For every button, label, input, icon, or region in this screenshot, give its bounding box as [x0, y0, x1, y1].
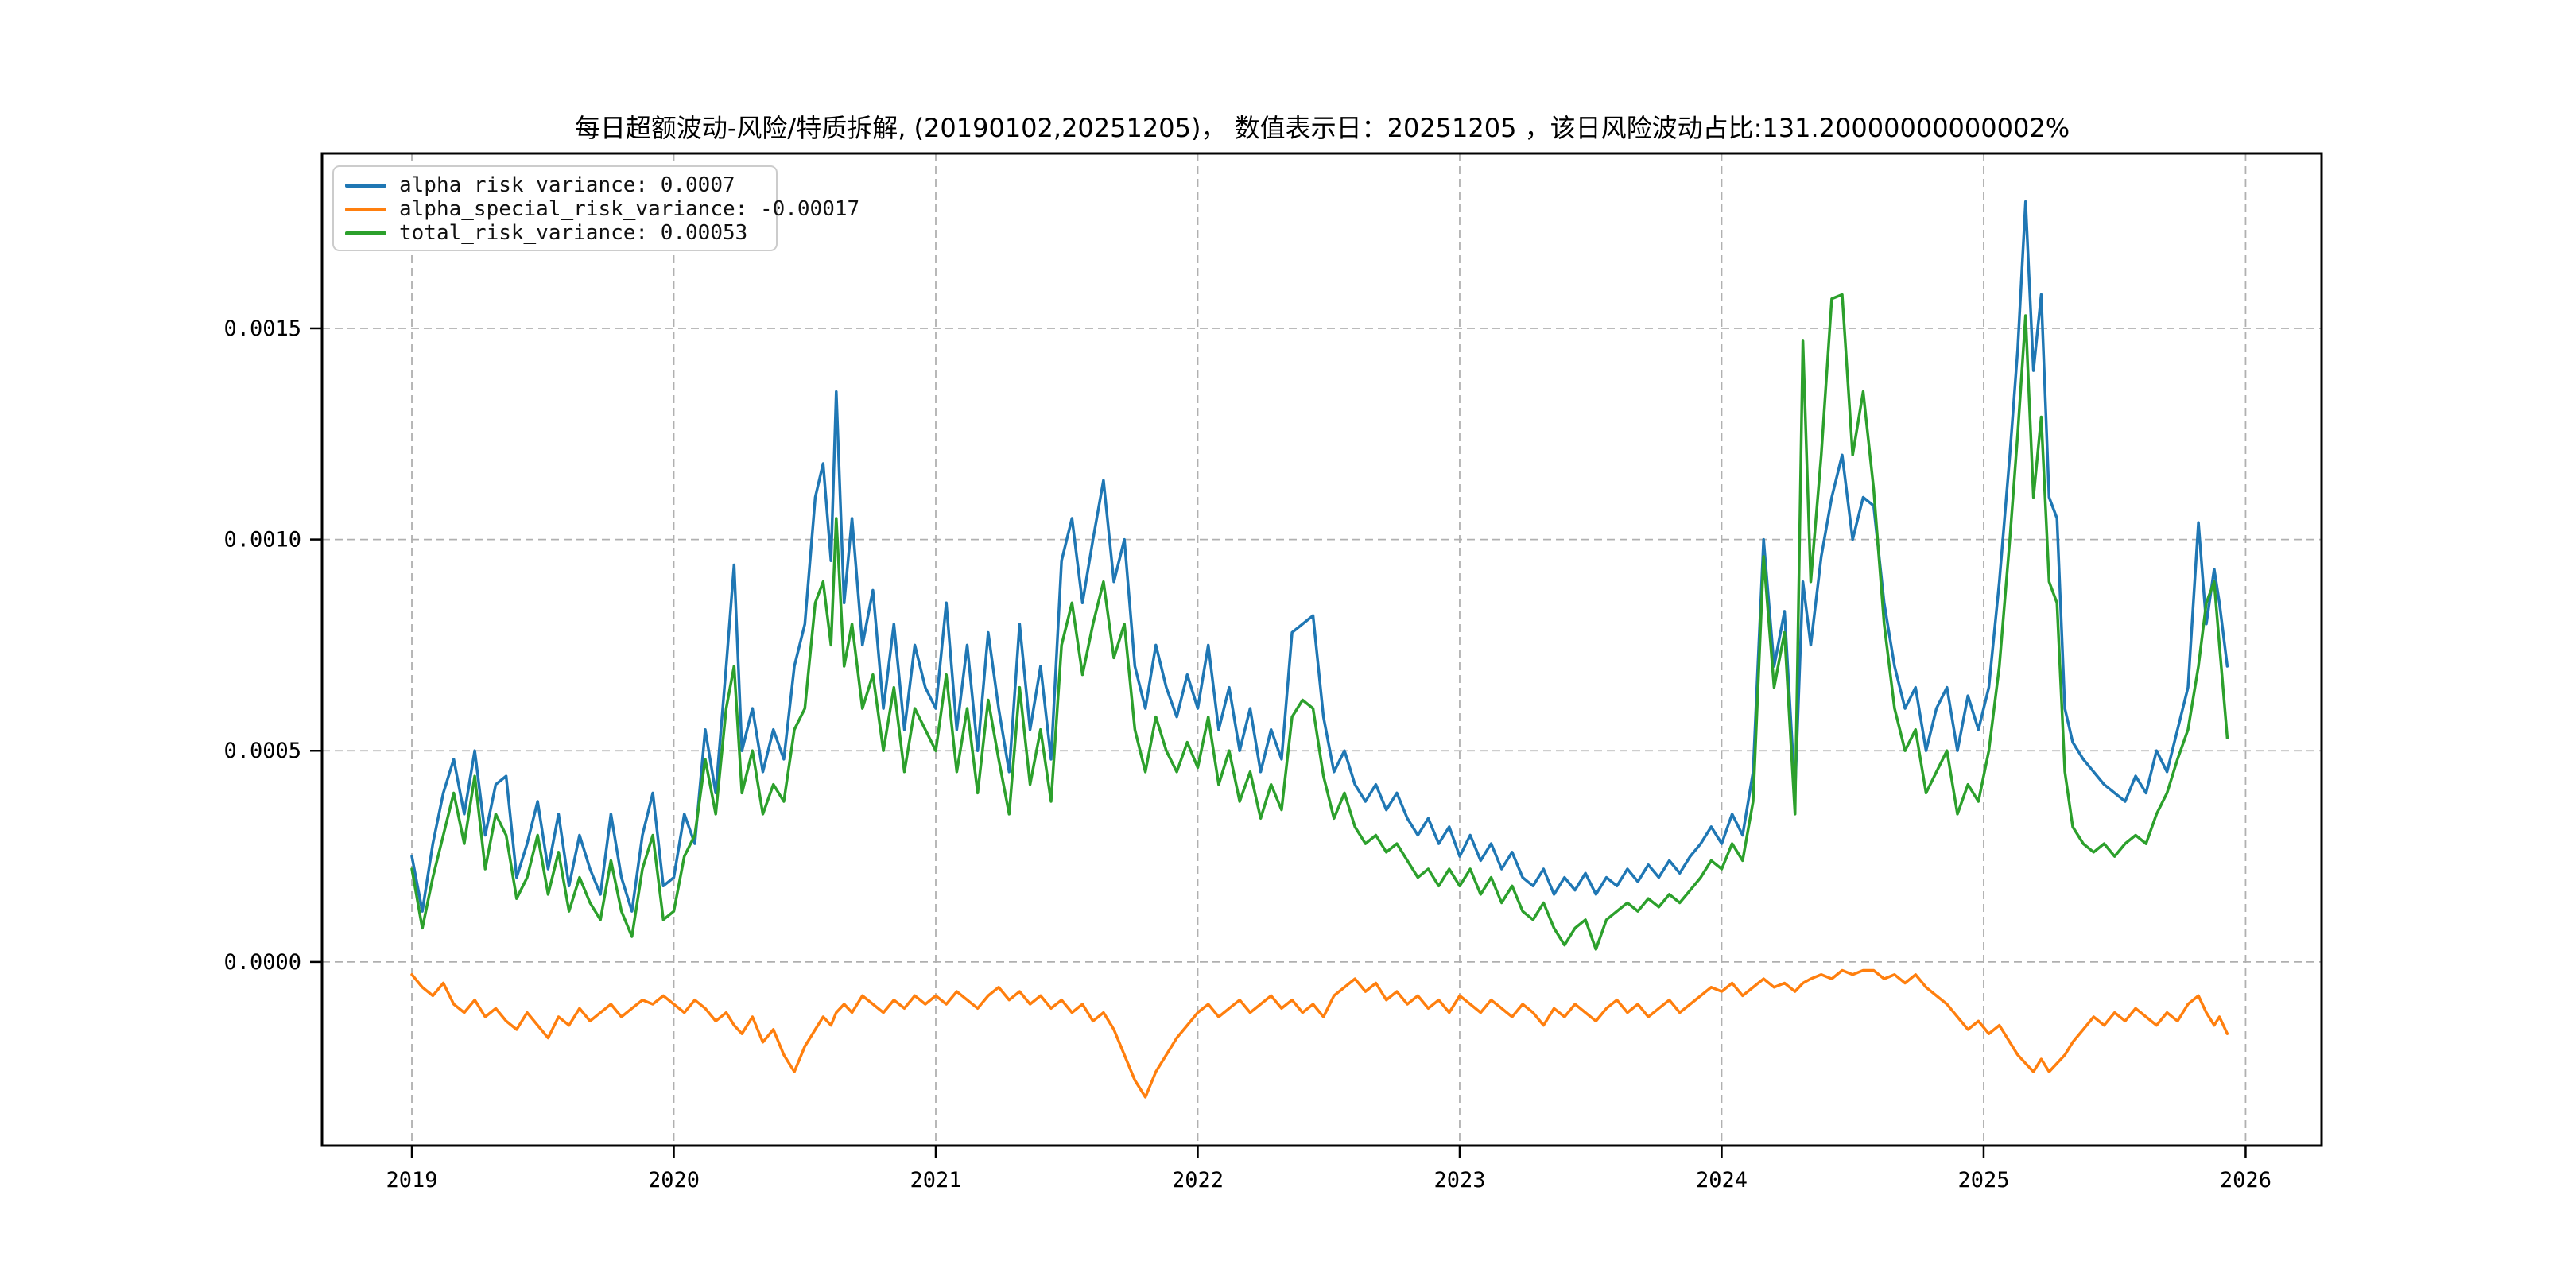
y-tick-label: 0.0010	[223, 528, 301, 553]
x-tick-label: 2022	[1172, 1168, 1224, 1193]
chart-title: 每日超额波动-风险/特质拆解, (20190102,20251205)， 数值表…	[322, 108, 2322, 145]
legend-label: alpha_special_risk_variance: -0.00017	[399, 197, 859, 221]
x-tick-label: 2023	[1433, 1168, 1485, 1193]
y-tick-label: 0.0000	[223, 950, 301, 975]
y-tick-label: 0.0015	[223, 316, 301, 341]
legend-item-total-risk-variance[interactable]: total_risk_variance: 0.00053	[345, 221, 765, 245]
series-line-total_risk_variance	[412, 295, 2227, 950]
x-tick-label: 2021	[910, 1168, 961, 1193]
legend[interactable]: alpha_risk_variance: 0.0007 alpha_specia…	[332, 165, 778, 251]
legend-item-alpha-special-risk-variance[interactable]: alpha_special_risk_variance: -0.00017	[345, 197, 765, 221]
legend-line-sample-green	[345, 231, 386, 235]
legend-item-alpha-risk-variance[interactable]: alpha_risk_variance: 0.0007	[345, 173, 765, 197]
legend-label: alpha_risk_variance: 0.0007	[399, 173, 735, 197]
legend-line-sample-orange	[345, 208, 386, 211]
x-tick-label: 2025	[1957, 1168, 2009, 1193]
y-tick-label: 0.0005	[223, 739, 301, 763]
x-tick-label: 2026	[2220, 1168, 2271, 1193]
figure-canvas: 2019 2020 2021 2022 2023 2024 2025 2026 0.0000 0.…	[0, 0, 2576, 1288]
legend-line-sample-blue	[345, 184, 386, 188]
x-tick-label: 2019	[386, 1168, 437, 1193]
legend-label: total_risk_variance: 0.00053	[399, 221, 747, 245]
x-tick-label: 2020	[648, 1168, 700, 1193]
series-line-alpha_special_risk_variance	[412, 971, 2227, 1097]
x-tick-label: 2024	[1696, 1168, 1748, 1193]
plot-frame	[322, 153, 2322, 1146]
